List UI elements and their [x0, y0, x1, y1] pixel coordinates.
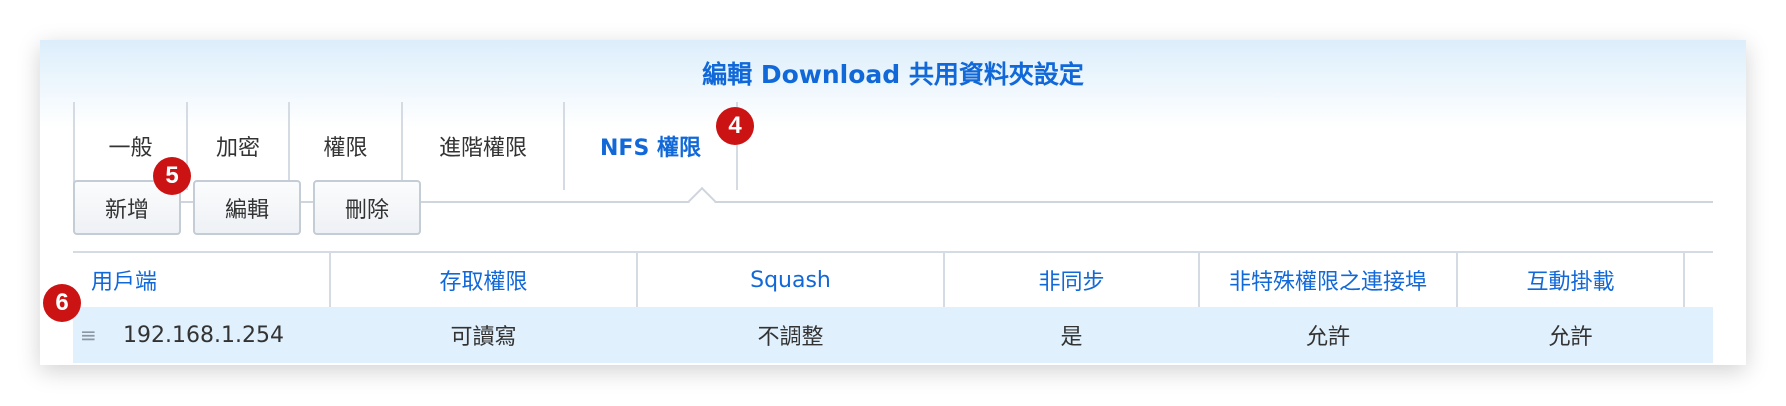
cell-async: 是 — [1060, 325, 1083, 350]
column-header-squash[interactable]: Squash — [638, 253, 943, 307]
table-row[interactable]: ≡ 192.168.1.254 可讀寫 不調整 是 允許 允許 — [73, 307, 1713, 363]
dialog-window: 編輯 Download 共用資料夾設定 一般 加密 權限 進階權限 NFS 權限… — [40, 40, 1746, 365]
cell-client: 192.168.1.254 — [123, 322, 284, 348]
column-header-non-privileged-ports[interactable]: 非特殊權限之連接埠 — [1200, 253, 1456, 307]
column-header-async[interactable]: 非同步 — [945, 253, 1198, 307]
column-header-privilege[interactable]: 存取權限 — [331, 253, 636, 307]
column-divider — [1683, 253, 1685, 307]
edit-button[interactable]: 編輯 — [193, 180, 301, 235]
step-badge-5: 5 — [153, 157, 191, 195]
column-header-cross-mount[interactable]: 互動掛載 — [1458, 253, 1683, 307]
cell-squash: 不調整 — [757, 325, 824, 350]
step-badge-6: 6 — [43, 284, 81, 322]
drag-handle-icon[interactable]: ≡ — [80, 307, 97, 363]
tab-advanced-permissions[interactable]: 進階權限 — [401, 102, 563, 190]
step-badge-4: 4 — [716, 107, 754, 145]
delete-button[interactable]: 刪除 — [313, 180, 421, 235]
dialog-title: 編輯 Download 共用資料夾設定 — [702, 60, 1084, 89]
cell-privilege: 可讀寫 — [450, 325, 517, 350]
cell-cross-mount: 允許 — [1548, 325, 1593, 350]
tab-nfs-permissions[interactable]: NFS 權限 — [563, 102, 738, 190]
active-tab-pointer — [687, 186, 717, 216]
tab-permissions[interactable]: 權限 — [288, 102, 401, 190]
nfs-rules-table: 用戶端 存取權限 Squash 非同步 非特殊權限之連接埠 互動掛載 ≡ 192… — [73, 251, 1713, 363]
column-header-client[interactable]: 用戶端 — [91, 253, 329, 307]
cell-non-privileged-ports: 允許 — [1305, 325, 1350, 350]
tab-encryption[interactable]: 加密 — [186, 102, 288, 190]
table-header: 用戶端 存取權限 Squash 非同步 非特殊權限之連接埠 互動掛載 — [73, 251, 1713, 307]
